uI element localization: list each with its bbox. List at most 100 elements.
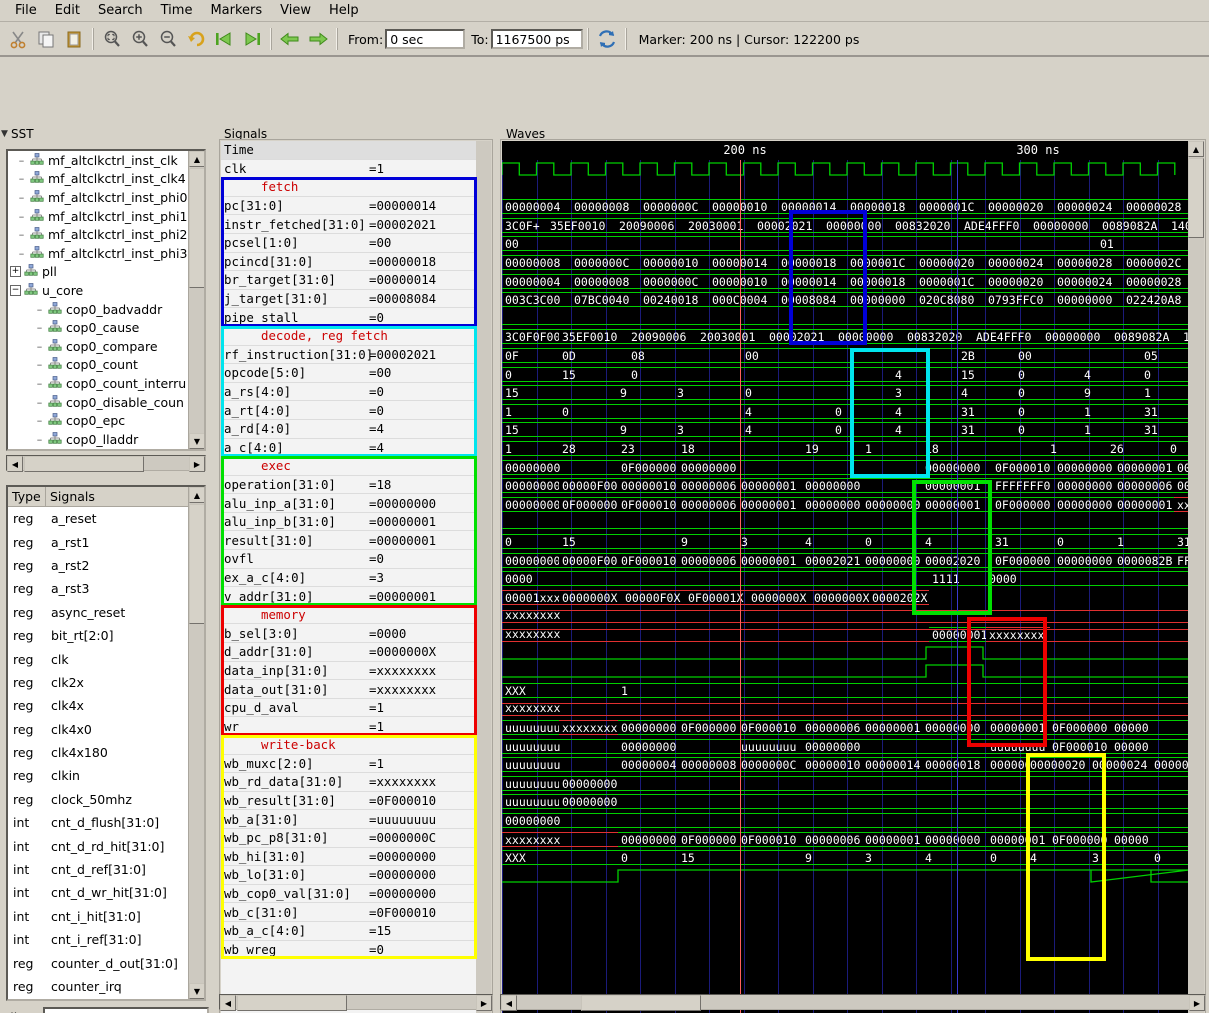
signal-row[interactable]: cpu_d_aval =1 <box>221 698 477 718</box>
expander-plus-icon[interactable]: + <box>10 266 21 278</box>
wave-row-wb_pc_p8[interactable]: uuuuuuuu 00000004 00000008 0000000C 00000010… <box>502 755 1189 774</box>
wave-row-d_addr[interactable]: 00001xxx 0000000X 00000F0X 0F00001X 0000000X… <box>502 588 1189 607</box>
to-input[interactable] <box>490 29 583 49</box>
sst-tree-node-cop0_lladdr[interactable]: – cop0_lladdr <box>8 430 190 449</box>
sst-tree-node-cop0_compare[interactable]: – cop0_compare <box>8 337 190 356</box>
signal-list-item[interactable]: int cnt_i_hit[31:0] <box>8 905 190 928</box>
signal-row[interactable]: clk =1 <box>221 159 477 179</box>
signal-list-item[interactable]: reg clk2x <box>8 671 190 694</box>
signal-list-item[interactable]: reg a_rst1 <box>8 530 190 553</box>
from-input[interactable] <box>385 29 466 49</box>
wave-row-wb_cop0_val[interactable]: 00000000 <box>502 811 1189 830</box>
sst-tree-scroll-up[interactable]: ▲ <box>189 151 204 167</box>
wave-row-pcincd[interactable]: 000000080000000C000000100000001400000018… <box>502 253 1189 272</box>
signal-row[interactable]: wb_hi[31:0] =00000000 <box>221 847 477 867</box>
time-row[interactable]: Time <box>221 141 477 160</box>
signal-row[interactable]: opcode[5:0] =00 <box>221 364 477 383</box>
sst-hscroll-right[interactable]: ▶ <box>189 456 205 472</box>
signal-row[interactable]: wb_rd_data[31:0] =xxxxxxxx <box>221 773 477 792</box>
copy-icon[interactable] <box>32 25 60 53</box>
sst-tree[interactable]: – mf_altclkctrl_inst_clk – mf_altclkctrl_in… <box>6 149 206 451</box>
prev-edge-icon[interactable] <box>276 25 304 53</box>
wave-row-wb_rd_data[interactable]: xxxxxxxx <box>502 699 1189 718</box>
signal-list-scroll-down[interactable]: ▼ <box>189 983 204 999</box>
zoom-out-icon[interactable] <box>154 25 182 53</box>
signal-group-header[interactable]: fetch <box>221 178 477 197</box>
signal-row[interactable]: operation[31:0] =18 <box>221 475 477 495</box>
sst-tree-node-mf_altclkctrl_inst_phi3[interactable]: – mf_altclkctrl_inst_phi3 <box>8 244 190 263</box>
signal-row[interactable]: wb_cop0_val[31:0] =00000000 <box>221 884 477 904</box>
wave-traces[interactable]: 00000004000000080000000C0000001000000014… <box>502 160 1189 1013</box>
signal-row[interactable]: ex_a_c[4:0] =3 <box>221 568 477 588</box>
sst-tree-node-mf_altclkctrl_inst_clk[interactable]: – mf_altclkctrl_inst_clk <box>8 151 190 170</box>
signal-list-item[interactable]: reg clock_50mhz <box>8 788 190 811</box>
menu-markers[interactable]: Markers <box>201 1 271 20</box>
sst-hscroll-thumb[interactable] <box>24 456 144 472</box>
wave-row-result[interactable]: 00000000 0F000000 0F000010 00000006 00000001… <box>502 495 1189 514</box>
signal-list-item[interactable]: reg async_reset <box>8 601 190 624</box>
time-ruler[interactable]: 200 ns 300 ns <box>502 141 1189 160</box>
signal-list[interactable]: Type Signals reg a_reset reg a_rst1 reg a_rst… <box>6 485 206 1001</box>
waves-hscrollbar[interactable]: ◀ ▶ <box>500 994 1206 1011</box>
signal-row[interactable]: ovfl =0 <box>221 550 477 569</box>
wave-row-a_rs[interactable]: 0 15 0 4 15 0 4 0 <box>502 365 1189 384</box>
signal-list-item[interactable]: reg counter_irq <box>8 975 190 998</box>
wave-row-wb_a_c[interactable]: XXX 0 15 9 3 4 0 4 3 0 <box>502 848 1189 867</box>
signal-row[interactable]: pcincd[31:0] =00000018 <box>221 252 477 272</box>
sst-tree-node-cop0_cause[interactable]: – cop0_cause <box>8 318 190 337</box>
wave-row-wb_lo[interactable]: uuuuuuuu 00000000 <box>502 792 1189 811</box>
signal-group-header[interactable]: decode, reg fetch <box>221 326 477 346</box>
signal-row[interactable]: d_addr[31:0] =0000000X <box>221 643 477 662</box>
signal-list-item[interactable]: reg clk4x0 <box>8 718 190 741</box>
signal-row[interactable]: alu_inp_a[31:0] =00000000 <box>221 494 477 513</box>
signal-list-item[interactable]: reg clk <box>8 647 190 670</box>
zoom-in-icon[interactable] <box>126 25 154 53</box>
signal-list-item[interactable]: int cnt_d_rd_hit[31:0] <box>8 834 190 857</box>
signals-hscroll-left[interactable]: ◀ <box>220 995 236 1011</box>
sst-hscroll-left[interactable]: ◀ <box>7 456 23 472</box>
signal-row[interactable]: alu_inp_b[31:0] =00000001 <box>221 512 477 532</box>
signal-row[interactable]: wb_wreg =0 <box>221 940 477 960</box>
signal-group-header[interactable]: exec <box>221 457 477 476</box>
wave-row-wr[interactable] <box>502 662 1189 681</box>
signal-row[interactable]: pipe_stall =0 <box>221 308 477 327</box>
jump-start-icon[interactable] <box>210 25 238 53</box>
sst-tree-node-cop0_count_interru[interactable]: – cop0_count_interru <box>8 374 190 393</box>
signal-list-item[interactable]: reg a_reset <box>8 507 190 530</box>
signal-row[interactable]: wb_lo[31:0] =00000000 <box>221 866 477 885</box>
waves-scroll-up[interactable]: ▲ <box>1188 141 1204 157</box>
wave-row-wb_muxc[interactable]: XXX 1 <box>502 681 1189 700</box>
wave-row-pc[interactable]: 00000004000000080000000C0000001000000014… <box>502 197 1189 216</box>
marker-line[interactable] <box>740 160 741 1013</box>
signal-row[interactable]: a_rd[4:0] =4 <box>221 419 477 439</box>
wave-row-br_target[interactable]: 00000004000000080000000C0000001000000014… <box>502 272 1189 291</box>
menu-time[interactable]: Time <box>152 1 202 20</box>
signal-row[interactable]: a_rs[4:0] =0 <box>221 382 477 402</box>
signal-row[interactable]: wb_pc_p8[31:0] =0000000C <box>221 828 477 848</box>
wave-row-blank1[interactable] <box>502 179 1189 198</box>
signal-row[interactable]: instr_fetched[31:0] =00002021 <box>221 215 477 234</box>
signal-list-item[interactable]: reg clkin <box>8 764 190 787</box>
reload-icon[interactable] <box>593 25 621 53</box>
filter-input[interactable] <box>42 1006 209 1013</box>
cursor-line[interactable] <box>957 160 958 1013</box>
wave-row-cpu_d_aval[interactable] <box>502 644 1189 663</box>
signal-row[interactable]: a_c[4:0] =4 <box>221 438 477 458</box>
wave-row-a_rt[interactable]: 15 9 3 0 3 4 0 9 1 <box>502 383 1189 402</box>
signal-row[interactable]: wb_c[31:0] =0F000010 <box>221 903 477 922</box>
signal-row[interactable]: b_sel[3:0] =0000 <box>221 624 477 644</box>
wave-row-wb_wreg[interactable] <box>502 867 1189 886</box>
menu-view[interactable]: View <box>271 1 320 20</box>
signal-row[interactable]: br_target[31:0] =00000014 <box>221 271 477 290</box>
signal-row[interactable]: a_rt[4:0] =0 <box>221 401 477 420</box>
zoom-fit-icon[interactable] <box>98 25 126 53</box>
signals-hscroll-thumb[interactable] <box>237 995 347 1011</box>
wave-row-alu_inp_b[interactable]: 00000000 00000F00 00000010 00000006 00000001… <box>502 476 1189 495</box>
wave-row-pcsel[interactable]: 00 01 <box>502 234 1189 253</box>
wave-row-j_target[interactable]: 003C3C0007BC004000240018000C000400008084… <box>502 290 1189 309</box>
signal-group-header[interactable]: memory <box>221 605 477 625</box>
signal-list-item[interactable]: reg a_rst3 <box>8 577 190 600</box>
signal-row[interactable]: rf_instruction[31:0] =00002021 <box>221 345 477 365</box>
signals-hscroll-right[interactable]: ▶ <box>476 995 492 1011</box>
signal-list-item[interactable]: reg clk4x180 <box>8 741 190 764</box>
